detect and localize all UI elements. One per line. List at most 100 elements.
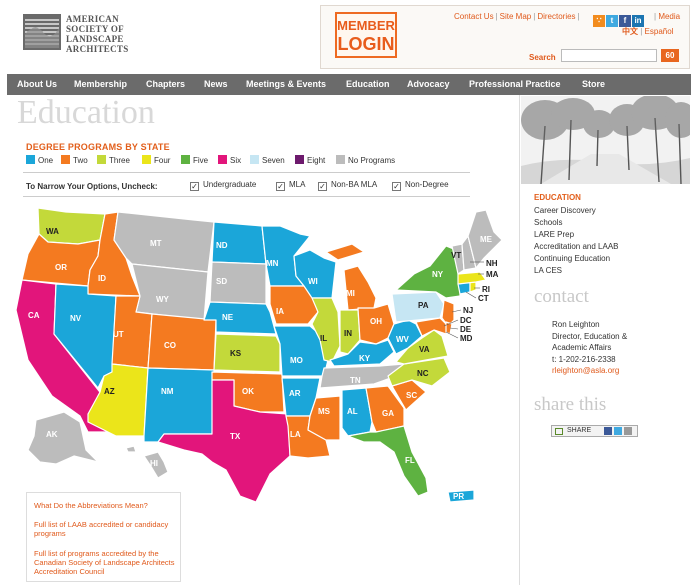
contact-heading: contact: [534, 286, 589, 307]
svg-text:NJ: NJ: [463, 306, 473, 315]
svg-text:IN: IN: [344, 329, 352, 338]
svg-text:OH: OH: [370, 317, 382, 326]
share-icon: [555, 428, 563, 435]
directories-link[interactable]: Directories: [537, 12, 575, 21]
svg-text:MN: MN: [266, 259, 279, 268]
svg-text:MA: MA: [486, 270, 499, 279]
divider: [23, 172, 470, 173]
sidebar-item-continuing-education[interactable]: Continuing Education: [534, 254, 610, 263]
abbreviations-link[interactable]: What Do the Abbreviations Mean?: [34, 501, 179, 510]
state-wy[interactable]: [131, 263, 209, 321]
nav-advocacy[interactable]: Advocacy: [407, 74, 450, 95]
social-icons: ∵ t f in: [593, 10, 645, 27]
svg-text:ND: ND: [216, 241, 228, 250]
divider: [23, 196, 470, 197]
svg-text:DE: DE: [460, 325, 472, 334]
header-utility-box: MEMBER LOGIN Contact Us | Site Map | Directo…: [320, 5, 690, 69]
facebook-icon: [604, 427, 612, 435]
laab-programs-link[interactable]: Full list of LAAB accredited or candidac…: [34, 520, 179, 538]
svg-text:CT: CT: [478, 294, 489, 303]
asla-logo[interactable]: AMERICAN SOCIETY OF LANDSCAPE ARCHITECTS: [23, 12, 143, 54]
contact-email-link[interactable]: rleighton@asla.org: [552, 366, 619, 375]
sidebar-item-schools[interactable]: Schools: [534, 218, 562, 227]
svg-text:OR: OR: [55, 263, 67, 272]
state-co[interactable]: [147, 313, 217, 371]
filter-non-degree-checkbox[interactable]: ✓ Non-Degree: [392, 180, 449, 191]
state-mt[interactable]: [113, 211, 215, 273]
search-input[interactable]: [561, 49, 657, 62]
legend-five: Five: [181, 155, 208, 165]
language-links: 中文 | Español: [622, 27, 674, 36]
nav-about-us[interactable]: About Us: [17, 74, 57, 95]
svg-text:TN: TN: [350, 376, 361, 385]
sidebar-item-la-ces[interactable]: LA CES: [534, 266, 562, 275]
nav-store[interactable]: Store: [582, 74, 605, 95]
logo-text: AMERICAN SOCIETY OF LANDSCAPE ARCHITECTS: [66, 14, 129, 54]
state-hi[interactable]: [125, 445, 169, 479]
spanish-link[interactable]: Español: [645, 27, 674, 36]
nav-membership[interactable]: Membership: [74, 74, 127, 95]
contact-name: Ron Leighton: [552, 320, 600, 329]
state-nm[interactable]: [143, 367, 215, 443]
svg-text:VT: VT: [451, 251, 461, 260]
svg-text:NH: NH: [486, 259, 498, 268]
svg-text:MS: MS: [318, 407, 331, 416]
svg-text:DC: DC: [460, 316, 472, 325]
svg-text:FL: FL: [405, 456, 415, 465]
sidebar-divider: [519, 95, 520, 585]
svg-text:IA: IA: [276, 307, 284, 316]
nav-education[interactable]: Education: [346, 74, 390, 95]
contact-us-link[interactable]: Contact Us: [454, 12, 494, 21]
svg-text:NM: NM: [161, 387, 174, 396]
filter-undergraduate-checkbox[interactable]: ✓ Undergraduate: [190, 180, 256, 191]
state-ks[interactable]: [213, 333, 281, 373]
nav-news[interactable]: News: [204, 74, 228, 95]
svg-text:TX: TX: [230, 432, 241, 441]
svg-text:MI: MI: [346, 289, 355, 298]
svg-text:LA: LA: [290, 430, 301, 439]
csla-programs-link[interactable]: Full list of programs accredited by the …: [34, 549, 179, 576]
legend-one: One: [26, 155, 53, 165]
svg-text:HI: HI: [150, 459, 158, 468]
search-go-button[interactable]: 60: [661, 49, 679, 62]
state-fl[interactable]: [347, 425, 429, 497]
svg-text:OK: OK: [242, 387, 254, 396]
email-icon: [624, 427, 632, 435]
site-map-link[interactable]: Site Map: [500, 12, 532, 21]
rss-icon[interactable]: ∵: [593, 15, 605, 27]
contact-title-line-2: Academic Affairs: [552, 343, 612, 352]
svg-text:PA: PA: [418, 301, 429, 310]
svg-text:MD: MD: [460, 334, 473, 343]
svg-text:MT: MT: [150, 239, 162, 248]
state-wa[interactable]: [37, 207, 106, 245]
svg-text:NV: NV: [70, 314, 82, 323]
media-link[interactable]: | Media: [654, 12, 680, 21]
state-ri[interactable]: [469, 281, 477, 293]
nav-professional-practice[interactable]: Professional Practice: [469, 74, 561, 95]
chinese-link[interactable]: 中文: [622, 27, 638, 36]
svg-text:WA: WA: [46, 227, 59, 236]
legend-no-programs: No Programs: [336, 155, 395, 165]
nav-meetings-events[interactable]: Meetings & Events: [246, 74, 326, 95]
degree-programs-heading: DEGREE PROGRAMS BY STATE: [26, 142, 170, 152]
svg-text:AL: AL: [347, 407, 358, 416]
sidebar-item-accreditation[interactable]: Accreditation and LAAB: [534, 242, 619, 251]
nav-chapters[interactable]: Chapters: [146, 74, 185, 95]
sidebar-section-title[interactable]: EDUCATION: [534, 193, 581, 202]
legend-two: Two: [61, 155, 88, 165]
filter-non-ba-mla-checkbox[interactable]: ✓ Non-BA MLA: [318, 180, 377, 191]
twitter-icon[interactable]: t: [606, 15, 618, 27]
svg-text:SD: SD: [216, 277, 227, 286]
svg-text:SC: SC: [406, 391, 417, 400]
sidebar-item-lare-prep[interactable]: LARE Prep: [534, 230, 574, 239]
svg-text:AR: AR: [289, 389, 301, 398]
svg-text:CA: CA: [28, 311, 40, 320]
filter-label: To Narrow Your Options, Uncheck:: [26, 182, 158, 191]
share-button[interactable]: SHARE: [551, 425, 638, 437]
svg-text:IL: IL: [320, 334, 327, 343]
legend-three: Three: [97, 155, 130, 165]
member-login-button[interactable]: MEMBER LOGIN: [335, 12, 397, 58]
sidebar-item-career-discovery[interactable]: Career Discovery: [534, 206, 596, 215]
svg-text:AK: AK: [46, 430, 58, 439]
filter-mla-checkbox[interactable]: ✓ MLA: [276, 180, 305, 191]
